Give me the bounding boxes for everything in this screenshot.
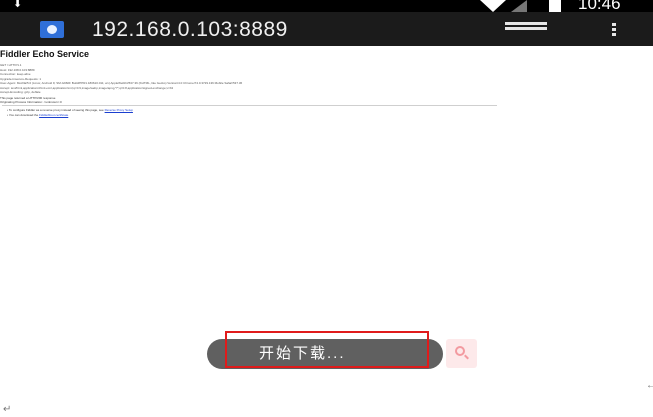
list-item-text: To configure Fiddler as a reverse proxy … <box>8 108 105 112</box>
info-line: Originating Process Information: <unknow… <box>0 100 62 104</box>
favicon-paw-icon[interactable] <box>40 21 64 38</box>
highlight-annotation-box <box>225 331 429 368</box>
request-line: Accept-Encoding: gzip, deflate <box>0 90 41 94</box>
status-time: 10:46 <box>578 0 621 13</box>
request-headers: GET / HTTP/1.1 Host: 192.168.0.103:8889 … <box>0 63 653 95</box>
download-icon: ⬇ <box>13 0 23 10</box>
floating-search-button[interactable] <box>446 339 477 368</box>
arrow-mark: ← <box>646 380 653 391</box>
status-bar: ⬇ 10:46 <box>0 0 653 12</box>
list-item: • You can download the FiddlerRoot certi… <box>7 112 69 117</box>
return-mark: ↵ <box>3 404 12 415</box>
signal-icon <box>511 0 527 12</box>
divider <box>2 105 497 106</box>
url-field[interactable]: 192.168.0.103:8889 <box>92 18 288 42</box>
reverse-proxy-link[interactable]: Reverse Proxy Setup <box>105 108 133 112</box>
root-certificate-link[interactable]: FiddlerRoot certificate <box>39 113 68 117</box>
page-content: Fiddler Echo Service GET / HTTP/1.1 Host… <box>0 46 653 346</box>
list-item-text: You can download the <box>8 112 40 117</box>
tabs-icon[interactable] <box>505 22 547 36</box>
link-list: • To configure Fiddler as a reverse prox… <box>7 108 133 117</box>
overflow-menu-icon[interactable] <box>612 23 616 37</box>
response-info: This page returned a HTTP/200 response O… <box>0 96 62 104</box>
page-title: Fiddler Echo Service <box>0 49 90 59</box>
browser-address-bar: 192.168.0.103:8889 <box>0 12 653 46</box>
wifi-icon <box>480 0 506 12</box>
battery-icon <box>549 0 561 12</box>
